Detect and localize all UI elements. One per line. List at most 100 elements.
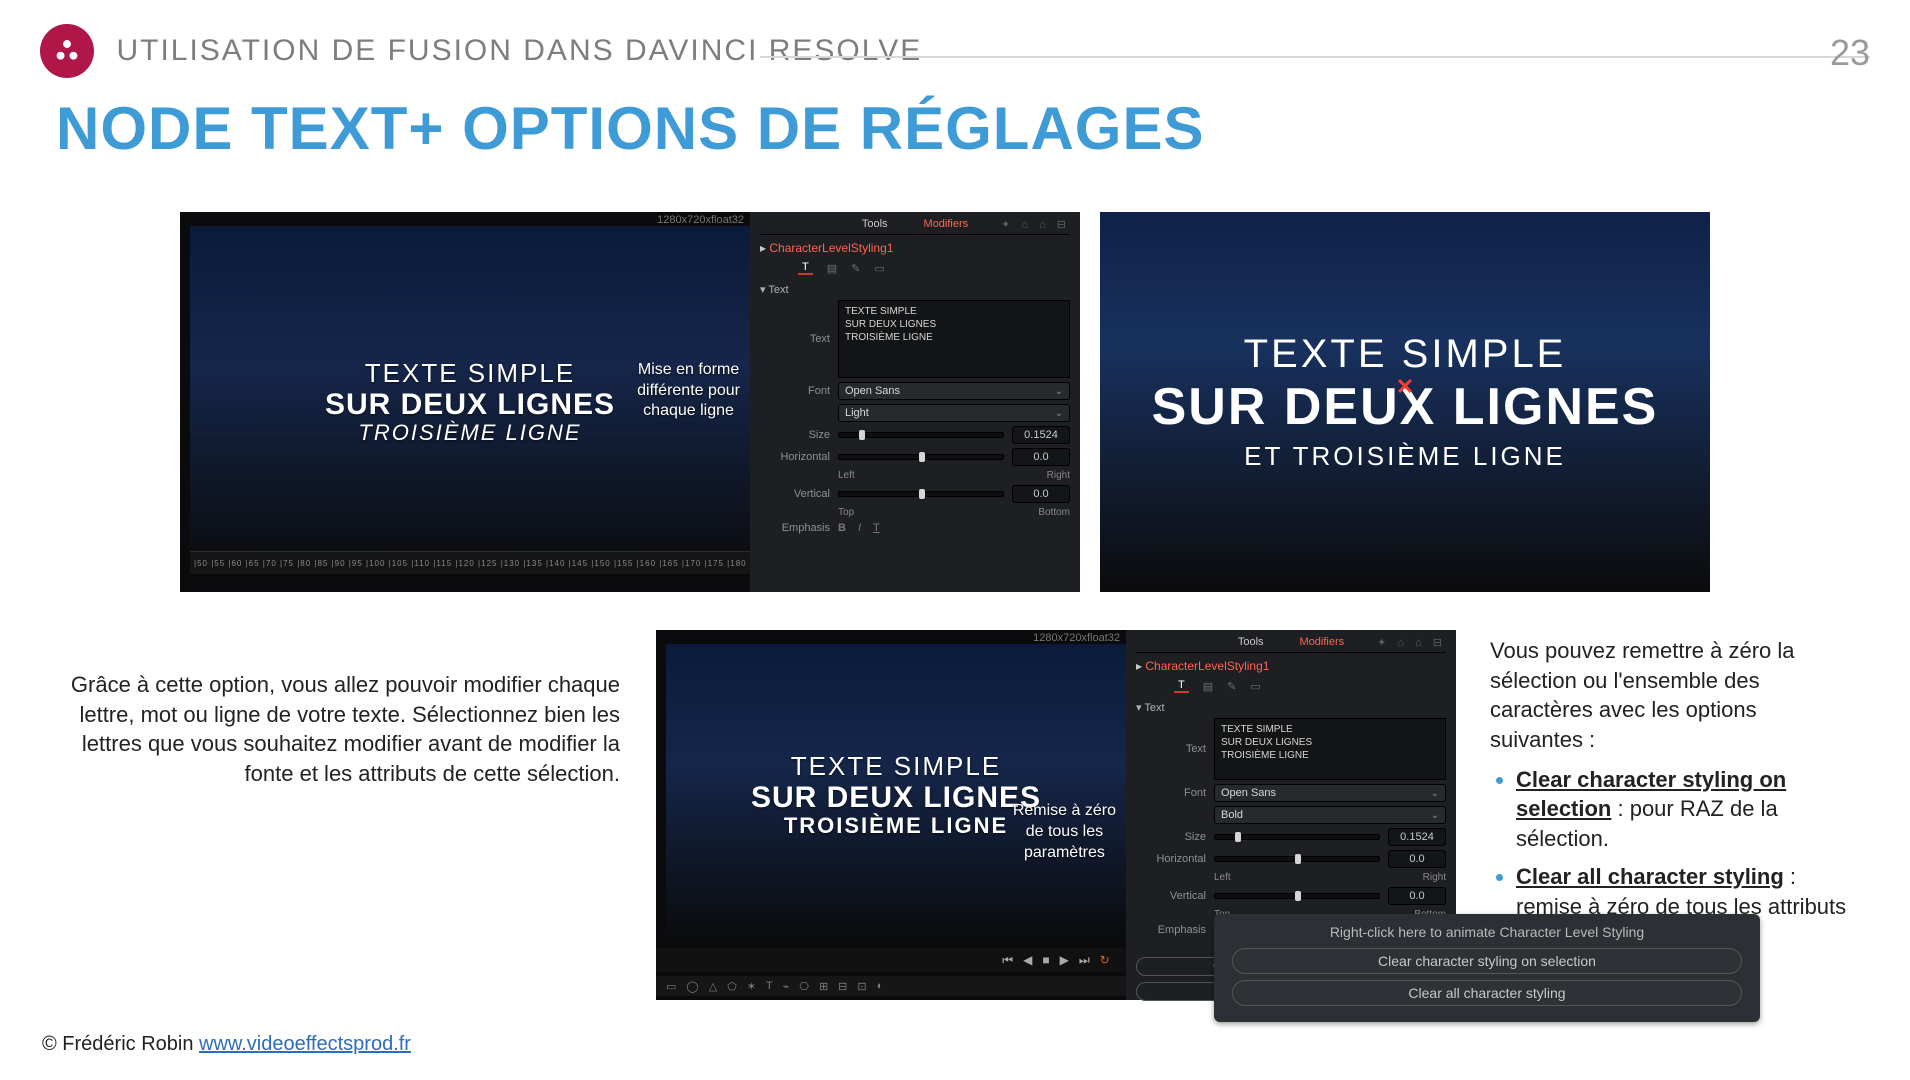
- callout-top: Mise en forme différente pour chaque lig…: [637, 360, 740, 422]
- horizontal-slider[interactable]: [838, 454, 1004, 460]
- h-right-label: Right: [1047, 470, 1070, 481]
- text-label-2: Text: [1136, 743, 1214, 755]
- option-2-name: Clear all character styling: [1516, 864, 1784, 889]
- footer-link[interactable]: www.videoeffectsprod.fr: [199, 1033, 411, 1055]
- clear-selection-button[interactable]: Clear character styling on selection: [1232, 948, 1742, 974]
- tab-tools[interactable]: Tools: [862, 218, 888, 230]
- stop-icon[interactable]: ■: [1042, 953, 1049, 967]
- transform-tab-icon[interactable]: ✎: [851, 262, 860, 275]
- tool-icon[interactable]: T: [766, 980, 773, 992]
- screenshot-preview-large: TEXTE SIMPLE SUR DEUX LIGNES ET TROISIÈM…: [1100, 212, 1710, 592]
- size-label: Size: [760, 429, 838, 441]
- node-name[interactable]: ▸ CharacterLevelStyling1: [760, 241, 1070, 255]
- vertical-slider[interactable]: [838, 491, 1004, 497]
- size-label-2: Size: [1136, 831, 1214, 843]
- tool-icon[interactable]: ⬠: [727, 980, 737, 993]
- horizontal-value-2[interactable]: 0.0: [1388, 850, 1446, 868]
- tool-icon[interactable]: ⌁: [783, 980, 790, 993]
- tool-icon[interactable]: ⊟: [838, 980, 847, 993]
- vertical-value[interactable]: 0.0: [1012, 485, 1070, 503]
- emphasis-label-2: Emphasis: [1136, 924, 1214, 936]
- text-section-label[interactable]: Text: [768, 284, 788, 296]
- context-hint: Right-click here to animate Character Le…: [1232, 924, 1742, 940]
- layout-tab-icon[interactable]: ▤: [827, 262, 837, 275]
- viewer-resolution-2: 1280x720xfloat32: [1033, 632, 1120, 644]
- emphasis-label: Emphasis: [760, 522, 838, 534]
- paragraph-left: Grâce à cette option, vous allez pouvoir…: [0, 630, 656, 1000]
- page-number: 23: [1830, 32, 1870, 74]
- loop-icon[interactable]: ↻: [1100, 953, 1110, 967]
- text-input[interactable]: TEXTE SIMPLE SUR DEUX LIGNES TROISIÈME L…: [838, 300, 1070, 378]
- next-frame-icon[interactable]: ⏭: [1079, 953, 1090, 968]
- underline-icon[interactable]: T: [873, 522, 880, 534]
- header-rule: [760, 56, 1870, 58]
- font-style-select[interactable]: Light: [838, 404, 1070, 422]
- text-section-label-2[interactable]: Text: [1144, 702, 1164, 714]
- tool-icon[interactable]: ✶: [747, 980, 756, 993]
- screenshot-top: 1280x720xfloat32 TEXTE SIMPLE SUR DEUX L…: [180, 212, 1080, 592]
- shading-tab-icon-2[interactable]: ▭: [1250, 680, 1260, 693]
- inspector-panel-1: ✦ ⌂ ⌂ ⊟ Tools Modifiers ▸ CharacterLevel…: [750, 212, 1080, 592]
- size-value-2[interactable]: 0.1524: [1388, 828, 1446, 846]
- font-label: Font: [760, 385, 838, 397]
- bold-icon[interactable]: B: [838, 522, 846, 534]
- page-title: NODE TEXT+ OPTIONS DE RÉGLAGES: [56, 94, 1205, 163]
- clear-all-button[interactable]: Clear all character styling: [1232, 980, 1742, 1006]
- viewer-resolution: 1280x720xfloat32: [657, 214, 744, 226]
- horizontal-value[interactable]: 0.0: [1012, 448, 1070, 466]
- size-slider-2[interactable]: [1214, 834, 1380, 840]
- time-ruler[interactable]: |50 |55 |60 |65 |70 |75 |80 |85 |90 |95 …: [190, 551, 750, 574]
- layout-tab-icon-2[interactable]: ▤: [1203, 680, 1213, 693]
- vertical-label: Vertical: [760, 488, 838, 500]
- tool-icon[interactable]: ⎔: [799, 980, 809, 993]
- copyright: © Frédéric Robin: [42, 1033, 199, 1055]
- preview-line-1: TEXTE SIMPLE: [365, 359, 575, 388]
- app-logo: [40, 24, 94, 78]
- option-1: Clear character styling on selection : p…: [1516, 765, 1850, 854]
- preview2-line-3: TROISIÈME LIGNE: [784, 814, 1008, 838]
- inspector-corner-icons[interactable]: ✦ ⌂ ⌂ ⊟: [1001, 218, 1070, 231]
- tool-icon[interactable]: ⊡: [857, 980, 866, 993]
- resolve-icon: [53, 37, 81, 65]
- paragraph-right-intro: Vous pouvez remettre à zéro la sélection…: [1490, 636, 1850, 755]
- vertical-value-2[interactable]: 0.0: [1388, 887, 1446, 905]
- size-value[interactable]: 0.1524: [1012, 426, 1070, 444]
- tab-modifiers-2[interactable]: Modifiers: [1300, 636, 1345, 648]
- context-menu-crop: Right-click here to animate Character Le…: [1214, 914, 1760, 1022]
- bigpreview-line-1: TEXTE SIMPLE: [1244, 332, 1567, 377]
- prev-frame-icon[interactable]: ◀: [1023, 953, 1032, 967]
- tool-icon[interactable]: ⊞: [819, 980, 828, 993]
- play-icon[interactable]: ▶: [1060, 953, 1069, 967]
- t) tool-icon[interactable]: ▭: [666, 980, 676, 993]
- italic-icon[interactable]: I: [858, 522, 861, 534]
- tool-icon[interactable]: △: [709, 980, 717, 993]
- h-left-label-2: Left: [1214, 872, 1231, 883]
- v-bottom-label: Bottom: [1038, 507, 1070, 518]
- inspector-corner-icons-2[interactable]: ✦ ⌂ ⌂ ⊟: [1377, 636, 1446, 649]
- node-name-2[interactable]: ▸ CharacterLevelStyling1: [1136, 659, 1446, 673]
- vertical-slider-2[interactable]: [1214, 893, 1380, 899]
- preview2-line-1: TEXTE SIMPLE: [791, 752, 1001, 781]
- transform-tab-icon-2[interactable]: ✎: [1227, 680, 1236, 693]
- preview2-line-2: SUR DEUX LIGNES: [751, 781, 1041, 814]
- text-input-2[interactable]: TEXTE SIMPLE SUR DEUX LIGNES TROISIÈME L…: [1214, 718, 1446, 780]
- text-tab-icon-2[interactable]: T: [1174, 679, 1189, 693]
- tool-icon[interactable]: ◯: [686, 980, 698, 993]
- tool-icon[interactable]: ◐: [877, 980, 884, 992]
- tab-modifiers[interactable]: Modifiers: [924, 218, 969, 230]
- size-slider[interactable]: [838, 432, 1004, 438]
- font-family-select-2[interactable]: Open Sans: [1214, 784, 1446, 802]
- font-style-select-2[interactable]: Bold: [1214, 806, 1446, 824]
- text-tab-icon[interactable]: T: [798, 261, 813, 275]
- font-family-select[interactable]: Open Sans: [838, 382, 1070, 400]
- font-label-2: Font: [1136, 787, 1214, 799]
- h-right-label-2: Right: [1423, 872, 1446, 883]
- footer: © Frédéric Robin www.videoeffectsprod.fr: [42, 1033, 411, 1056]
- tab-tools-2[interactable]: Tools: [1238, 636, 1264, 648]
- shading-tab-icon[interactable]: ▭: [874, 262, 884, 275]
- first-frame-icon[interactable]: ⏮: [1002, 953, 1013, 968]
- fusion-viewer-1: 1280x720xfloat32 TEXTE SIMPLE SUR DEUX L…: [190, 226, 750, 578]
- bigpreview-line-3: ET TROISIÈME LIGNE: [1244, 441, 1566, 472]
- vertical-label-2: Vertical: [1136, 890, 1214, 902]
- horizontal-slider-2[interactable]: [1214, 856, 1380, 862]
